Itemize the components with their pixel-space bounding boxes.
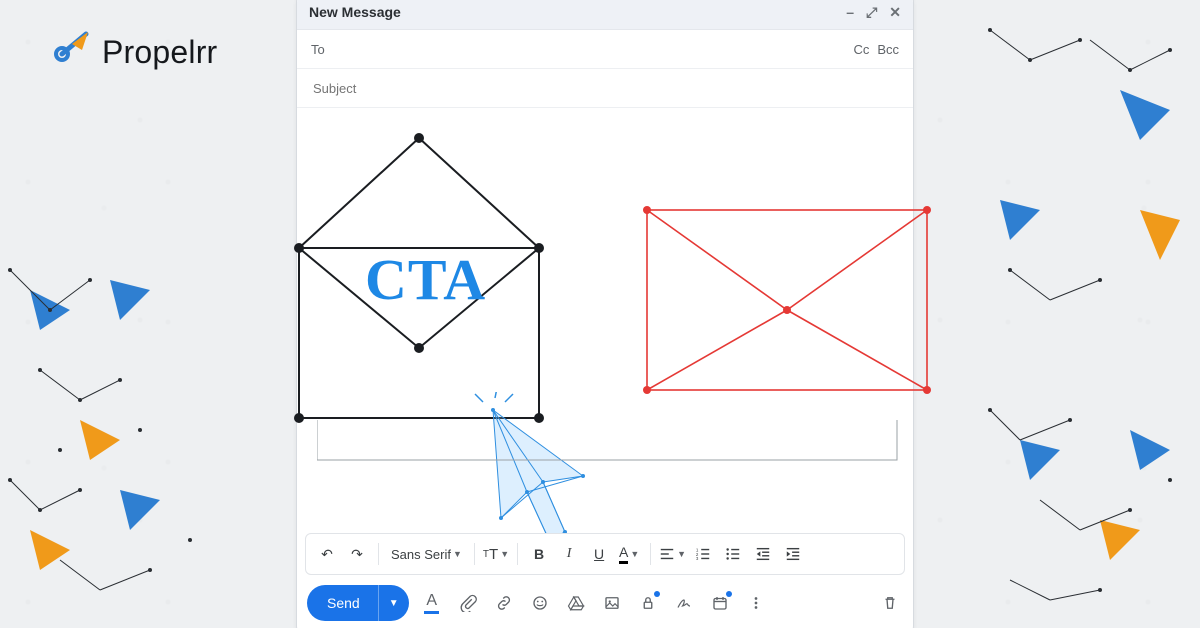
cta-text: CTA [365,246,486,313]
compose-title: New Message [309,4,401,20]
confidential-icon[interactable] [635,590,661,616]
image-icon[interactable] [599,590,625,616]
svg-text:3: 3 [696,556,699,561]
font-size-icon[interactable]: TT▼ [483,540,509,568]
more-options-icon[interactable] [743,590,769,616]
cc-button[interactable]: Cc [853,42,869,57]
brand-name: Propelrr [102,34,217,71]
bcc-button[interactable]: Bcc [877,42,899,57]
decorative-pattern [970,10,1200,330]
formatting-toolbar: ↶ ↷ Sans Serif ▼ TT▼ B I U A▼ ▼ 123 [305,533,905,575]
to-label: To [311,42,363,57]
format-options-icon[interactable]: A [419,590,445,616]
decorative-pattern [0,250,200,490]
to-row[interactable]: To Cc Bcc [297,30,913,69]
attach-icon[interactable] [455,590,481,616]
compose-actions: Send ▼ A [307,583,903,623]
closed-envelope-illustration [637,200,937,410]
brand-logo: Propelrr [48,30,217,74]
trash-icon[interactable] [877,590,903,616]
subject-input[interactable] [311,76,899,100]
text-color-icon[interactable]: A▼ [616,540,642,568]
link-icon[interactable] [491,590,517,616]
to-input[interactable] [363,37,853,61]
align-icon[interactable]: ▼ [659,540,686,568]
close-icon[interactable]: ✕ [889,4,901,21]
connector-line [317,420,907,480]
minimize-icon[interactable]: – [846,4,854,21]
indent-decrease-icon[interactable] [750,540,776,568]
emoji-icon[interactable] [527,590,553,616]
underline-icon[interactable]: U [586,540,612,568]
italic-icon[interactable]: I [556,540,582,568]
signature-icon[interactable] [671,590,697,616]
propelrr-mark-icon [48,30,92,74]
font-family-label: Sans Serif [391,547,451,562]
chevron-down-icon: ▼ [453,549,462,559]
decorative-pattern [0,470,230,628]
page-stage: Propelrr [0,0,1200,628]
bullet-list-icon[interactable] [720,540,746,568]
indent-increase-icon[interactable] [780,540,806,568]
send-label: Send [307,595,378,611]
undo-icon[interactable]: ↶ [314,540,340,568]
send-options-dropdown[interactable]: ▼ [378,585,409,621]
numbered-list-icon[interactable]: 123 [690,540,716,568]
decorative-pattern [980,400,1200,628]
compose-body[interactable]: CTA [297,108,913,556]
drive-icon[interactable] [563,590,589,616]
redo-icon[interactable]: ↷ [344,540,370,568]
send-button[interactable]: Send ▼ [307,585,409,621]
compose-window: New Message – ⤢ ✕ To Cc Bcc [296,0,914,628]
schedule-icon[interactable] [707,590,733,616]
font-family-select[interactable]: Sans Serif ▼ [387,540,466,568]
expand-icon[interactable]: ⤢ [866,4,877,21]
subject-row[interactable] [297,69,913,108]
compose-titlebar[interactable]: New Message – ⤢ ✕ [297,0,913,30]
bold-icon[interactable]: B [526,540,552,568]
